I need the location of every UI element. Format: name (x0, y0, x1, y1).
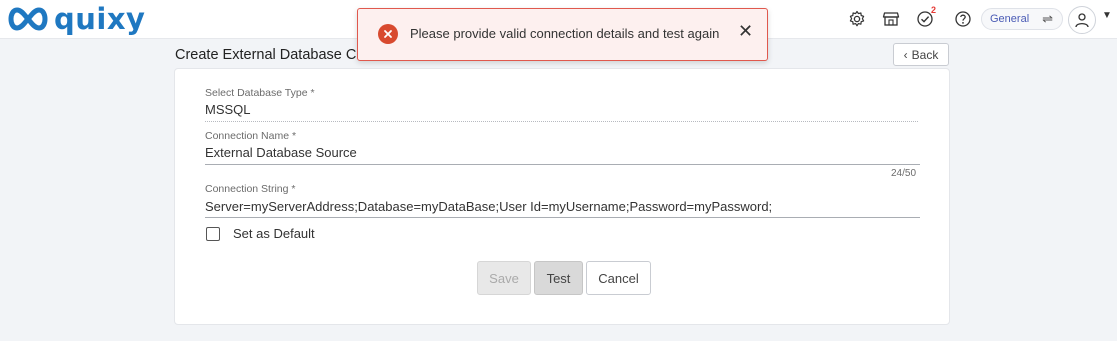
connection-form-card: Select Database Type * MSSQL Connection … (174, 68, 950, 325)
workspace-switcher[interactable]: General ⇌ (981, 8, 1063, 30)
test-button[interactable]: Test (534, 261, 583, 295)
cancel-button[interactable]: Cancel (586, 261, 651, 295)
error-toast: Please provide valid connection details … (357, 8, 768, 61)
char-counter: 24/50 (891, 168, 917, 179)
error-icon (378, 24, 398, 44)
logo-text: quixy (54, 2, 146, 36)
workspace-label: General (990, 13, 1030, 25)
tasks-badge: 2 (931, 5, 937, 15)
quixy-logo-icon (8, 7, 48, 31)
db-type-select[interactable]: MSSQL (205, 102, 251, 117)
help-icon[interactable] (952, 8, 974, 30)
back-button[interactable]: ‹ Back (893, 43, 949, 66)
swap-icon: ⇌ (1042, 11, 1053, 26)
connection-string-label: Connection String * (205, 183, 296, 195)
connection-string-input[interactable]: Server=myServerAddress;Database=myDataBa… (205, 199, 772, 214)
page-title: Create External Database C (175, 47, 357, 63)
db-type-label: Select Database Type * (205, 87, 315, 99)
connection-string-underline (205, 217, 920, 218)
set-default-label: Set as Default (233, 226, 315, 241)
close-icon[interactable]: ✕ (738, 22, 753, 40)
set-default-checkbox[interactable] (206, 227, 220, 241)
connection-name-underline (205, 164, 920, 165)
toast-message: Please provide valid connection details … (410, 26, 720, 41)
profile-avatar-button[interactable] (1068, 6, 1096, 34)
store-icon[interactable] (880, 8, 902, 30)
back-label: Back (911, 47, 939, 62)
profile-caret-icon[interactable]: ▼ (1102, 10, 1112, 21)
chevron-left-icon: ‹ (903, 47, 908, 62)
save-button[interactable]: Save (477, 261, 531, 295)
connection-name-input[interactable]: External Database Source (205, 145, 357, 160)
connection-name-label: Connection Name * (205, 130, 297, 142)
settings-icon[interactable] (846, 8, 868, 30)
user-icon (1075, 13, 1089, 28)
quixy-logo[interactable]: quixy (6, 4, 145, 34)
db-type-underline (205, 121, 918, 122)
